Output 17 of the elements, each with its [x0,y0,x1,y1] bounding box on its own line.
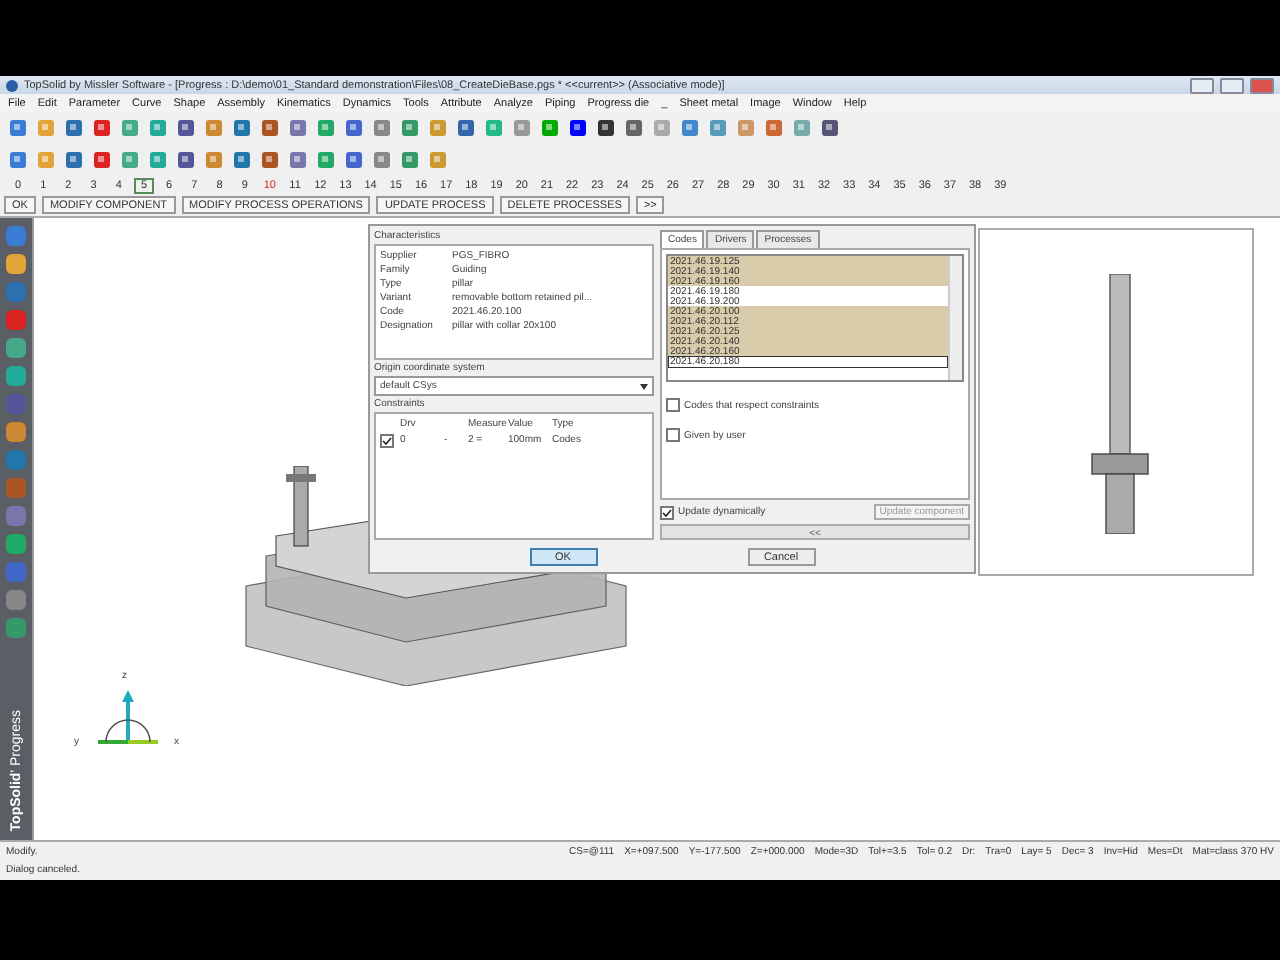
checkbox[interactable] [660,505,674,519]
toolbar-icon[interactable] [174,116,198,140]
toolbar-icon[interactable] [594,116,618,140]
checkbox[interactable] [666,398,680,412]
toolbar-icon[interactable] [454,116,478,140]
checkbox[interactable] [666,428,680,442]
app-logo-icon [6,79,18,91]
toolbar-icon[interactable] [566,116,590,140]
close-button[interactable] [1250,77,1274,93]
checkbox[interactable] [380,434,394,448]
toolbar-icon[interactable] [622,116,646,140]
toolbar-icon[interactable] [174,148,198,172]
toolbar-icon[interactable] [818,116,842,140]
maximize-button[interactable] [1220,77,1244,93]
minimize-button[interactable] [1190,77,1214,93]
caret-icon [640,383,648,389]
scrollbar[interactable] [948,256,962,380]
